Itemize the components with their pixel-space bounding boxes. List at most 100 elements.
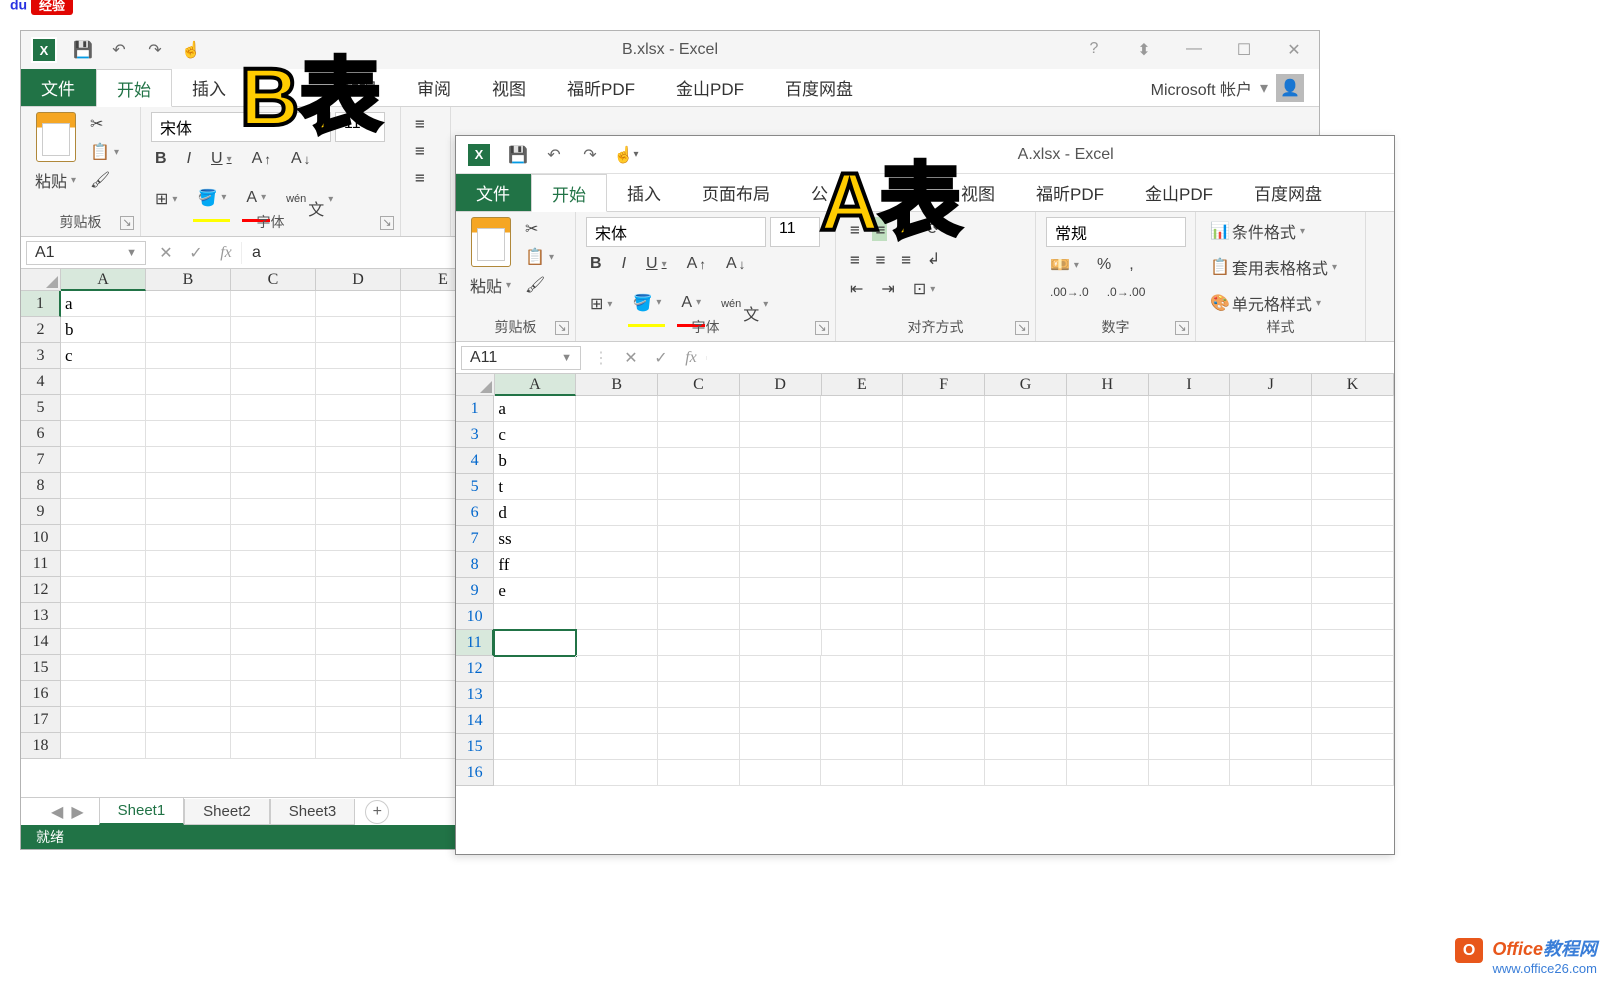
cell[interactable]	[821, 526, 903, 552]
cell[interactable]	[494, 708, 576, 734]
row-header[interactable]: 11	[456, 630, 494, 656]
cell[interactable]	[1312, 760, 1394, 786]
cut-icon[interactable]: ✂	[86, 112, 123, 136]
cell[interactable]	[985, 708, 1067, 734]
row-header[interactable]: 7	[21, 447, 61, 473]
cell[interactable]	[576, 604, 658, 630]
font-size-select[interactable]: 11	[770, 217, 820, 247]
cell[interactable]	[146, 447, 231, 473]
row-header[interactable]: 6	[21, 421, 61, 447]
cell[interactable]	[61, 525, 146, 551]
cell[interactable]: c	[61, 343, 146, 369]
cell[interactable]	[231, 291, 316, 317]
cell[interactable]	[658, 760, 740, 786]
cell[interactable]	[146, 551, 231, 577]
cell[interactable]	[1149, 734, 1231, 760]
row-header[interactable]: 2	[21, 317, 61, 343]
row-header[interactable]: 12	[21, 577, 61, 603]
select-all-corner[interactable]	[21, 269, 61, 291]
cell[interactable]	[821, 734, 903, 760]
cell[interactable]: t	[494, 474, 576, 500]
cell[interactable]	[231, 629, 316, 655]
cell[interactable]	[576, 448, 658, 474]
row-header[interactable]: 3	[21, 343, 61, 369]
prev-sheet-icon[interactable]: ◀	[51, 802, 63, 822]
cell[interactable]	[821, 656, 903, 682]
cell[interactable]	[61, 733, 146, 759]
cell[interactable]	[658, 578, 740, 604]
maximize-icon[interactable]: ☐	[1229, 40, 1259, 60]
cell[interactable]	[231, 447, 316, 473]
cell[interactable]	[658, 604, 740, 630]
column-header[interactable]: A	[495, 374, 577, 396]
cell[interactable]	[1149, 448, 1231, 474]
undo-icon[interactable]: ↶	[542, 143, 566, 167]
cell[interactable]	[903, 422, 985, 448]
cell[interactable]	[1067, 474, 1149, 500]
cell[interactable]	[316, 291, 401, 317]
cell[interactable]	[985, 422, 1067, 448]
tab-home[interactable]: 开始	[96, 69, 172, 107]
cell[interactable]	[1230, 448, 1312, 474]
cell[interactable]	[1149, 604, 1231, 630]
cancel-icon[interactable]: ✕	[616, 348, 646, 368]
italic-button[interactable]: I	[618, 253, 630, 275]
row-header[interactable]: 16	[21, 681, 61, 707]
cell[interactable]	[1230, 734, 1312, 760]
cell[interactable]	[1230, 500, 1312, 526]
number-format-select[interactable]: 常规	[1046, 217, 1186, 247]
cell[interactable]	[1067, 734, 1149, 760]
cell[interactable]	[146, 369, 231, 395]
cell[interactable]: b	[494, 448, 576, 474]
cell[interactable]	[903, 526, 985, 552]
cell[interactable]: d	[494, 500, 576, 526]
grow-font-icon[interactable]: A↑	[248, 148, 275, 170]
align-top-icon[interactable]: ≡	[411, 112, 440, 135]
cell[interactable]	[1149, 682, 1231, 708]
cell[interactable]	[1149, 656, 1231, 682]
cell[interactable]	[146, 421, 231, 447]
cell[interactable]	[903, 682, 985, 708]
cell[interactable]	[1067, 760, 1149, 786]
tab-insert[interactable]: 插入	[607, 174, 682, 211]
cell[interactable]	[316, 707, 401, 733]
cell[interactable]	[576, 630, 658, 656]
cell[interactable]: ss	[494, 526, 576, 552]
cell[interactable]	[316, 551, 401, 577]
cell[interactable]	[146, 733, 231, 759]
account-link[interactable]: Microsoft 帐户 ▾ 👤	[1136, 69, 1319, 106]
cell[interactable]	[740, 578, 822, 604]
cell[interactable]	[985, 734, 1067, 760]
cell[interactable]	[576, 760, 658, 786]
save-icon[interactable]: 💾	[71, 38, 95, 62]
tab-layout[interactable]: 页面布局	[682, 174, 791, 211]
cell[interactable]	[658, 734, 740, 760]
help-icon[interactable]: ?	[1079, 40, 1109, 60]
grow-font-icon[interactable]: A↑	[683, 253, 710, 275]
merge-icon[interactable]: ⊡▾	[909, 277, 939, 301]
cell[interactable]	[658, 474, 740, 500]
cell[interactable]	[985, 760, 1067, 786]
tab-insert[interactable]: 插入	[172, 69, 247, 106]
cell[interactable]	[985, 526, 1067, 552]
align-mid-icon[interactable]: ≡	[411, 139, 440, 162]
cell[interactable]	[903, 734, 985, 760]
tab-home[interactable]: 开始	[531, 174, 607, 212]
column-header[interactable]: E	[822, 374, 904, 396]
cell[interactable]	[576, 500, 658, 526]
cell[interactable]	[231, 655, 316, 681]
cell[interactable]	[576, 708, 658, 734]
cell[interactable]	[740, 396, 822, 422]
cell[interactable]	[61, 681, 146, 707]
tab-view[interactable]: 视图	[472, 69, 547, 106]
cell[interactable]	[61, 629, 146, 655]
cell[interactable]	[1067, 630, 1149, 656]
row-header[interactable]: 10	[456, 604, 494, 630]
cell[interactable]	[903, 578, 985, 604]
cell[interactable]	[658, 422, 740, 448]
cell[interactable]	[740, 448, 822, 474]
row-header[interactable]: 13	[21, 603, 61, 629]
cell[interactable]	[316, 421, 401, 447]
cell[interactable]	[1149, 396, 1231, 422]
row-header[interactable]: 11	[21, 551, 61, 577]
